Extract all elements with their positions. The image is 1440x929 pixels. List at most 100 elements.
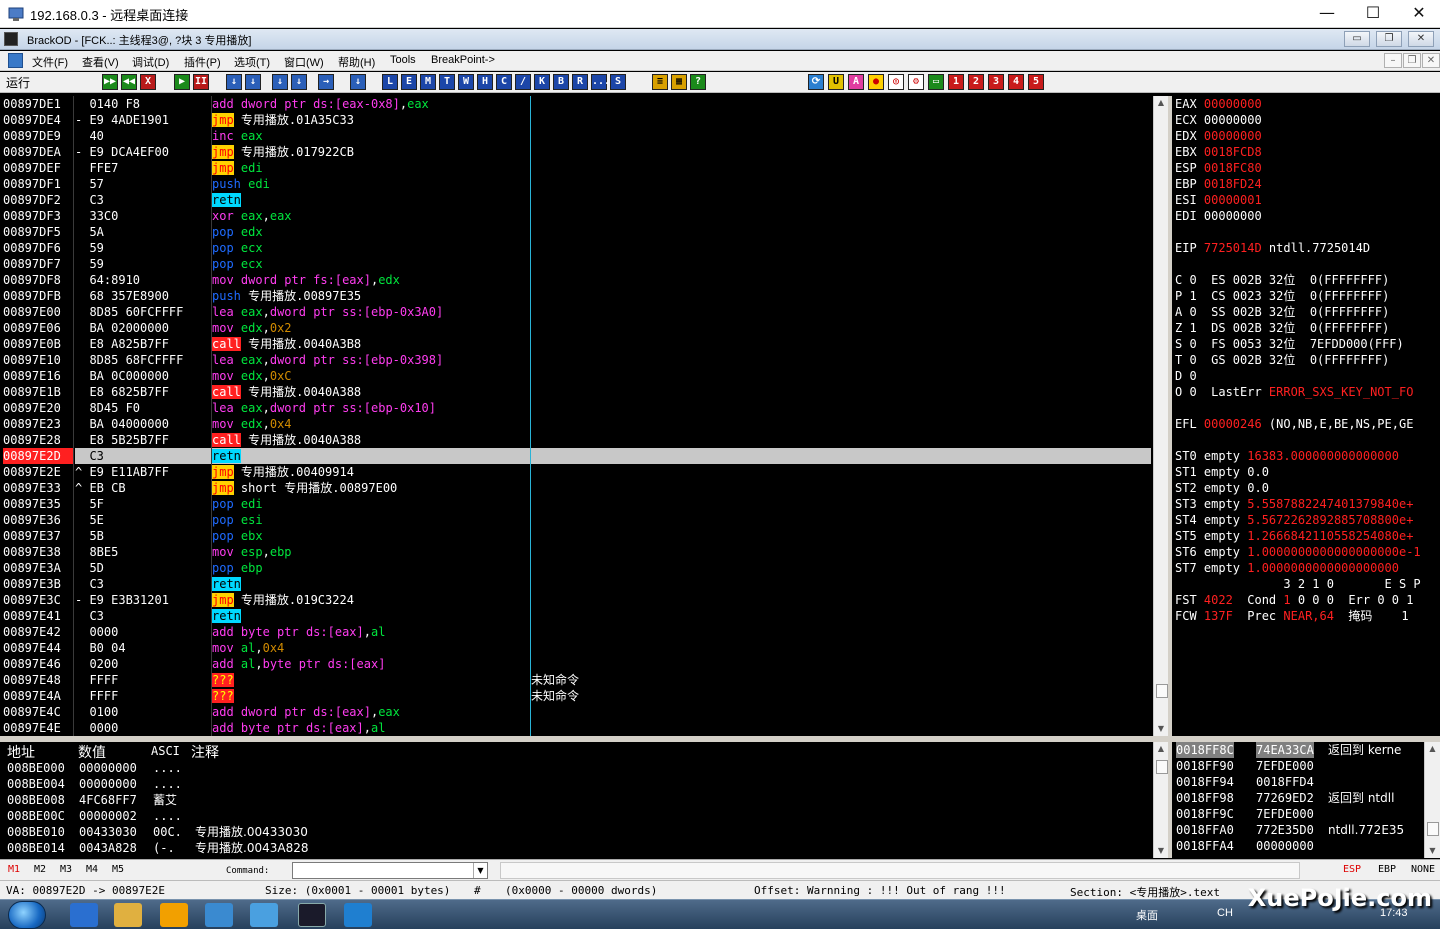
bomb-icon[interactable]: ● [868, 74, 884, 90]
disasm-hex[interactable]: C3 [75, 608, 211, 624]
marker-5-button[interactable]: 5 [1028, 74, 1044, 90]
follow-none[interactable]: NONE [1411, 864, 1435, 875]
disasm-instruction[interactable]: pop ebp [212, 560, 530, 576]
register-line[interactable]: EIP 7725014D ntdll.7725014D [1172, 240, 1440, 256]
menu-plugins[interactable]: 插件(P) [184, 54, 221, 70]
disasm-address[interactable]: 00897DF3 [3, 208, 73, 224]
scroll-down-icon[interactable]: ▼ [1154, 844, 1168, 858]
dump-col-ascii[interactable]: ASCI [151, 744, 180, 758]
disasm-instruction[interactable]: pop edi [212, 496, 530, 512]
disasm-comment[interactable] [531, 656, 1151, 672]
register-line[interactable]: ST0 empty 16383.000000000000000 [1172, 448, 1440, 464]
disasm-address[interactable]: 00897E44 [3, 640, 73, 656]
disasm-comment[interactable] [531, 384, 1151, 400]
disasm-instruction[interactable]: add al,byte ptr ds:[eax] [212, 656, 530, 672]
log-window-button[interactable]: L [382, 74, 398, 90]
dump-pane[interactable]: 008BE000 00000000.... 008BE004 00000000....… [3, 760, 1153, 858]
disasm-comment[interactable] [531, 256, 1151, 272]
disasm-hex[interactable]: BA 0C000000 [75, 368, 211, 384]
disasm-instruction[interactable]: mov esp,ebp [212, 544, 530, 560]
disasm-hex[interactable]: 57 [75, 176, 211, 192]
disasm-instruction[interactable]: pop ebx [212, 528, 530, 544]
dump-scrollbar[interactable]: ▲ ▼ [1153, 742, 1168, 858]
disasm-address[interactable]: 00897E41 [3, 608, 73, 624]
disasm-instruction[interactable]: mov edx,0x4 [212, 416, 530, 432]
disasm-comment[interactable] [531, 272, 1151, 288]
disasm-instruction[interactable]: jmp 专用播放.01A35C33 [212, 112, 530, 128]
marker-1-button[interactable]: 1 [948, 74, 964, 90]
disasm-address[interactable]: 00897E28 [3, 432, 73, 448]
disasm-hex[interactable]: BA 02000000 [75, 320, 211, 336]
disasm-instruction[interactable]: ??? [212, 672, 530, 688]
disasm-hex[interactable]: 0100 [75, 704, 211, 720]
menu-help[interactable]: 帮助(H) [338, 54, 375, 70]
disasm-hex[interactable]: C3 [75, 192, 211, 208]
disasm-hex[interactable]: FFE7 [75, 160, 211, 176]
follow-esp[interactable]: ESP [1343, 864, 1361, 875]
dump-row[interactable]: 008BE004 00000000.... [3, 776, 1153, 792]
disasm-comment[interactable] [531, 448, 1151, 464]
pause-button[interactable]: II [193, 74, 209, 90]
register-line[interactable]: ST3 empty 5.5587882247401379840e+ [1172, 496, 1440, 512]
scroll-thumb[interactable] [1156, 684, 1168, 698]
mdi-close-button[interactable]: ✕ [1422, 53, 1440, 68]
disasm-address[interactable]: 00897E46 [3, 656, 73, 672]
disasm-instruction[interactable]: xor eax,eax [212, 208, 530, 224]
goto-button[interactable]: ↓ [350, 74, 366, 90]
disasm-address[interactable]: 00897DEA [3, 144, 73, 160]
disasm-address[interactable]: 00897E0B [3, 336, 73, 352]
target-icon[interactable]: ◎ [888, 74, 904, 90]
menu-debug[interactable]: 调试(D) [132, 54, 169, 70]
disasm-comment[interactable] [531, 704, 1151, 720]
step-into-button[interactable]: ↓ [226, 74, 242, 90]
disasm-instruction[interactable]: ??? [212, 688, 530, 704]
scroll-down-icon[interactable]: ▼ [1425, 844, 1440, 858]
source-window-button[interactable]: S [610, 74, 626, 90]
disasm-hex[interactable]: 5D [75, 560, 211, 576]
callstack-window-button[interactable]: K [534, 74, 550, 90]
stack-pane[interactable]: 0018FF8C 74EA33CA 返回到 kerne 0018FF90 7EFDE00… [1172, 742, 1424, 858]
a-icon[interactable]: A [848, 74, 864, 90]
patches-window-button[interactable]: / [515, 74, 531, 90]
menu-window[interactable]: 窗口(W) [284, 54, 324, 70]
mark-m3[interactable]: M3 [60, 864, 72, 875]
disasm-instruction[interactable]: mov al,0x4 [212, 640, 530, 656]
dump-row[interactable]: 008BE014 0043A828 (-. 专用播放.0043A828 [3, 840, 1153, 856]
dump-col-address[interactable]: 地址 [7, 742, 35, 762]
references-window-button[interactable]: R [572, 74, 588, 90]
disasm-address[interactable]: 00897DF2 [3, 192, 73, 208]
grid-app-icon[interactable] [205, 903, 233, 927]
register-line[interactable]: ST4 empty 5.5672262892885708800e+ [1172, 512, 1440, 528]
disasm-hex[interactable]: - E9 4ADE1901 [75, 112, 211, 128]
disasm-instruction[interactable]: lea eax,dword ptr ss:[ebp-0x10] [212, 400, 530, 416]
disasm-hex[interactable]: BA 04000000 [75, 416, 211, 432]
disasm-instruction[interactable]: call 专用播放.0040A388 [212, 432, 530, 448]
disasm-hex[interactable]: E8 A825B7FF [75, 336, 211, 352]
disasm-hex[interactable]: 68 357E8900 [75, 288, 211, 304]
disasm-address[interactable]: 00897E33 [3, 480, 73, 496]
registers-pane[interactable]: EAX 00000000 ECX 00000000 EDX 00000000 EBX … [1172, 96, 1440, 736]
disasm-instruction[interactable]: mov edx,0xC [212, 368, 530, 384]
od-close-button[interactable]: ✕ [1408, 31, 1434, 47]
modules-window-button[interactable]: E [401, 74, 417, 90]
stack-row[interactable]: 0018FF8C 74EA33CA 返回到 kerne [1172, 742, 1424, 758]
disasm-instruction[interactable]: retn [212, 448, 530, 464]
disasm-address[interactable]: 00897DE1 [3, 96, 73, 112]
disasm-instruction[interactable]: mov dword ptr fs:[eax],edx [212, 272, 530, 288]
grid-icon[interactable]: ▦ [671, 74, 687, 90]
disasm-address[interactable]: 00897E2E [3, 464, 73, 480]
dump-col-value[interactable]: 数值 [78, 742, 106, 762]
disasm-instruction[interactable]: jmp 专用播放.00409914 [212, 464, 530, 480]
disasm-hex[interactable]: 0200 [75, 656, 211, 672]
disasm-address[interactable]: 00897E35 [3, 496, 73, 512]
disasm-comment[interactable] [531, 176, 1151, 192]
disasm-comment[interactable] [531, 544, 1151, 560]
register-line[interactable]: EDI 00000000 [1172, 208, 1440, 224]
disasm-address[interactable]: 00897E20 [3, 400, 73, 416]
disasm-instruction[interactable]: retn [212, 608, 530, 624]
disasm-address-column[interactable]: 00897DE1 00897DE4 00897DE9 00897DEA 00897DEF… [3, 96, 73, 736]
disasm-address[interactable]: 00897E00 [3, 304, 73, 320]
disasm-comment[interactable]: 未知命令 [531, 688, 1151, 704]
register-line[interactable]: ST1 empty 0.0 [1172, 464, 1440, 480]
disasm-address[interactable]: 00897E06 [3, 320, 73, 336]
